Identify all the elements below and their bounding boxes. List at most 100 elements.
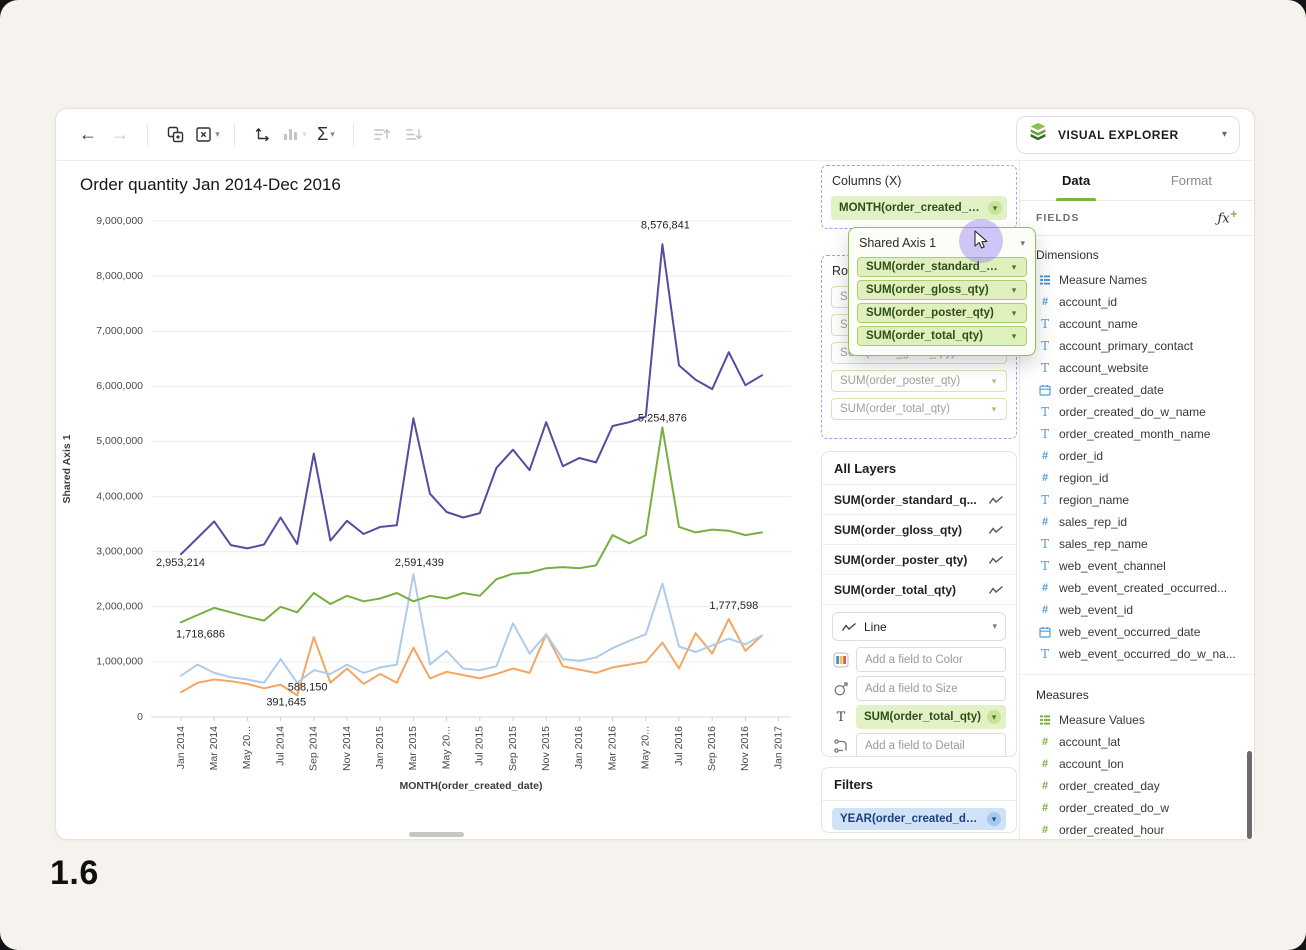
visual-explorer-menu-button[interactable]: VISUAL EXPLORER ▾ — [1016, 116, 1240, 154]
field-item[interactable]: #order_created_day — [1020, 775, 1254, 797]
visual-explorer-window: ←→▾▾Σ▾ VISUAL EXPLORER ▾ Order quantity … — [55, 108, 1255, 840]
chevron-down-icon: ▾ — [1020, 238, 1025, 249]
chevron-down-icon: ▾ — [992, 621, 997, 632]
shared-axis-member-pill[interactable]: SUM(order_standard_qty)▾ — [857, 257, 1027, 277]
filter-pill[interactable]: YEAR(order_created_date)▾ — [832, 808, 1006, 830]
horizontal-scrollbar[interactable] — [409, 832, 464, 837]
toolbar-buttons: ←→▾▾Σ▾ — [72, 118, 429, 152]
number-field-icon: # — [1038, 802, 1052, 814]
data-label: 8,576,841 — [641, 219, 690, 231]
tab-format[interactable]: Format — [1165, 161, 1218, 200]
field-item[interactable]: #sales_rep_id — [1020, 511, 1254, 533]
chart-title: Order quantity Jan 2014-Dec 2016 — [80, 175, 821, 195]
detail-icon — [833, 738, 849, 754]
field-item[interactable]: web_event_occurred_date — [1020, 621, 1254, 643]
sort-ascending-button[interactable] — [365, 118, 397, 152]
all-layers-title: All Layers — [822, 452, 1016, 485]
fields-title: FIELDS — [1036, 212, 1079, 224]
row-field-pill[interactable]: SUM(order_poster_qty)▾ — [831, 370, 1007, 392]
swap-axes-button[interactable] — [246, 118, 278, 152]
create-calculated-field-button[interactable]: ƒx+ — [1217, 209, 1238, 226]
shared-axis-pills: SUM(order_standard_qty)▾ SUM(order_gloss_… — [857, 257, 1027, 346]
field-item[interactable]: order_created_date — [1020, 379, 1254, 401]
add-field-dropzone[interactable]: Add a field to Detail — [856, 733, 1006, 757]
svg-text:Sep 2016: Sep 2016 — [706, 726, 718, 771]
field-item[interactable]: #web_event_id — [1020, 599, 1254, 621]
layer-row[interactable]: SUM(order_poster_qty) — [822, 545, 1016, 575]
svg-text:MONTH(order_created_date): MONTH(order_created_date) — [400, 780, 543, 792]
add-field-dropzone[interactable]: Add a field to Size — [856, 676, 1006, 701]
field-item[interactable]: #region_id — [1020, 467, 1254, 489]
columns-shelf[interactable]: Columns (X) MONTH(order_created_d...▾ — [821, 165, 1017, 229]
layer-row[interactable]: SUM(order_standard_q... — [822, 485, 1016, 515]
sidebar-tabs: Data Format — [1020, 161, 1254, 201]
field-item[interactable]: Torder_created_do_w_name — [1020, 401, 1254, 423]
text-field-icon: T — [1038, 493, 1052, 507]
field-item[interactable]: #account_lat — [1020, 731, 1254, 753]
shared-axis-member-pill[interactable]: SUM(order_total_qty)▾ — [857, 326, 1027, 346]
svg-text:Sep 2014: Sep 2014 — [308, 726, 320, 771]
field-item[interactable]: Taccount_primary_contact — [1020, 335, 1254, 357]
text-encoding-pill[interactable]: SUM(order_total_qty)▾ — [856, 705, 1006, 729]
svg-text:Jan 2017: Jan 2017 — [772, 726, 784, 769]
svg-text:Shared Axis 1: Shared Axis 1 — [61, 434, 73, 503]
layer-row[interactable]: SUM(order_gloss_qty) — [822, 515, 1016, 545]
layer-row[interactable]: SUM(order_total_qty) — [822, 575, 1016, 605]
forward-button[interactable]: → — [104, 118, 136, 152]
shared-axis-member-pill[interactable]: SUM(order_gloss_qty)▾ — [857, 280, 1027, 300]
add-field-dropzone[interactable]: Add a field to Color — [856, 647, 1006, 672]
data-label: 1,777,598 — [709, 600, 758, 612]
field-item[interactable]: Tregion_name — [1020, 489, 1254, 511]
field-item[interactable]: Taccount_name — [1020, 313, 1254, 335]
series-line[interactable] — [181, 574, 762, 683]
field-item[interactable]: #web_event_created_occurred... — [1020, 577, 1254, 599]
field-item[interactable]: Taccount_website — [1020, 357, 1254, 379]
number-field-icon: # — [1038, 472, 1052, 484]
field-item[interactable]: Measure Names — [1020, 269, 1254, 291]
number-field-icon: # — [1038, 450, 1052, 462]
mark-type-select[interactable]: Line ▾ — [832, 612, 1006, 641]
layers-list: SUM(order_standard_q...SUM(order_gloss_q… — [822, 485, 1016, 605]
remove-chart-button[interactable]: ▾ — [191, 118, 223, 152]
svg-text:6,000,000: 6,000,000 — [96, 380, 143, 392]
chart-type-button[interactable]: ▾ — [278, 118, 310, 152]
aggregate-button[interactable]: Σ▾ — [310, 118, 342, 152]
field-item[interactable]: #order_created_do_w — [1020, 797, 1254, 819]
column-field-pill[interactable]: MONTH(order_created_d...▾ — [831, 196, 1007, 220]
svg-text:Mar 2016: Mar 2016 — [606, 726, 618, 771]
field-item[interactable]: Torder_created_month_name — [1020, 423, 1254, 445]
data-label: 588,150 — [288, 682, 328, 694]
text-field-icon: T — [1038, 537, 1052, 551]
number-field-icon: # — [1038, 604, 1052, 616]
detail-encoding-row: Add a field to Detail — [832, 733, 1006, 757]
field-item[interactable]: #order_id — [1020, 445, 1254, 467]
svg-text:8,000,000: 8,000,000 — [96, 270, 143, 282]
svg-text:Jul 2014: Jul 2014 — [274, 726, 286, 766]
sort-asc-icon — [372, 125, 391, 144]
svg-text:May 20...: May 20... — [640, 726, 652, 769]
number-field-icon: # — [1038, 824, 1052, 836]
row-field-pill[interactable]: SUM(order_total_qty)▾ — [831, 398, 1007, 420]
field-item[interactable]: Tweb_event_occurred_do_w_na... — [1020, 643, 1254, 665]
field-item[interactable]: Tsales_rep_name — [1020, 533, 1254, 555]
field-item[interactable]: #account_id — [1020, 291, 1254, 313]
text-icon: T — [837, 710, 846, 725]
shared-axis-member-pill[interactable]: SUM(order_poster_qty)▾ — [857, 303, 1027, 323]
sidebar-scrollbar[interactable] — [1247, 751, 1252, 839]
field-item[interactable]: Measure Values — [1020, 709, 1254, 731]
svg-text:3,000,000: 3,000,000 — [96, 545, 143, 557]
back-button[interactable]: ← — [72, 118, 104, 152]
toolbar-separator — [353, 124, 354, 146]
chevron-down-icon: ▾ — [1007, 260, 1021, 274]
sort-descending-button[interactable] — [397, 118, 429, 152]
series-line[interactable] — [181, 427, 762, 622]
duplicate-chart-button[interactable] — [159, 118, 191, 152]
field-item[interactable]: #order_created_hour — [1020, 819, 1254, 839]
tab-data[interactable]: Data — [1056, 161, 1096, 200]
shared-axis-dropdown[interactable]: Shared Axis 1 ▾ SUM(order_standard_qty)▾… — [848, 227, 1036, 356]
line-chart-icon — [988, 584, 1004, 596]
svg-text:Sep 2015: Sep 2015 — [507, 726, 519, 771]
order-quantity-chart[interactable]: 01,000,0002,000,0003,000,0004,000,0005,0… — [56, 203, 806, 803]
field-item[interactable]: #account_lon — [1020, 753, 1254, 775]
field-item[interactable]: Tweb_event_channel — [1020, 555, 1254, 577]
